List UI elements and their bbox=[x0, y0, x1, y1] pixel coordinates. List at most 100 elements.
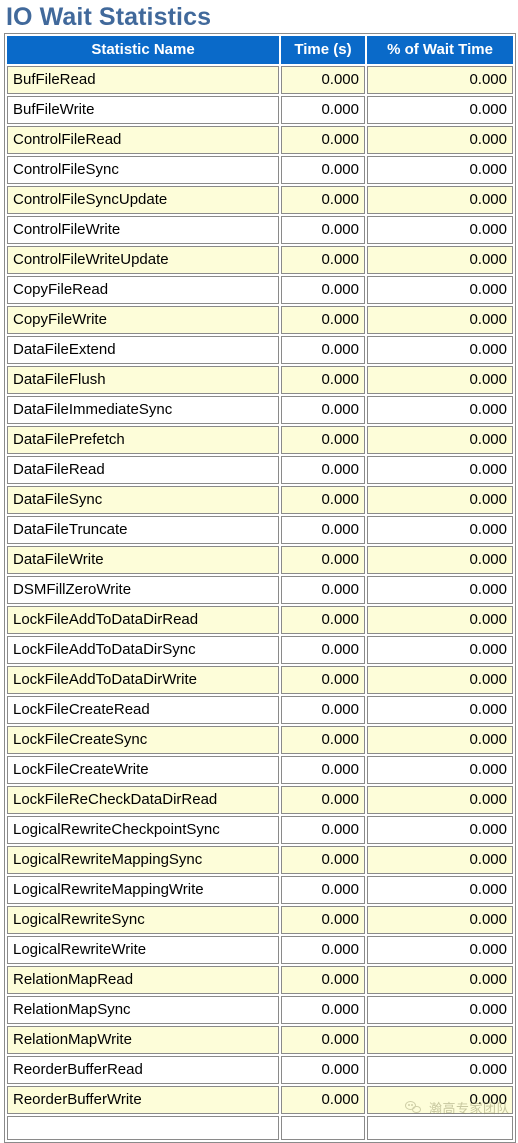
table-row: RelationMapWrite0.0000.000 bbox=[7, 1026, 513, 1054]
table-row: ReorderBufferRead0.0000.000 bbox=[7, 1056, 513, 1084]
table-row: DataFilePrefetch0.0000.000 bbox=[7, 426, 513, 454]
cell-statistic-name: LockFileCreateRead bbox=[7, 696, 279, 724]
cell-time: 0.000 bbox=[281, 486, 365, 514]
cell-pct-wait-time: 0.000 bbox=[367, 816, 513, 844]
cell-pct-wait-time: 0.000 bbox=[367, 666, 513, 694]
cell-statistic-name: LogicalRewriteCheckpointSync bbox=[7, 816, 279, 844]
table-row: ControlFileSyncUpdate0.0000.000 bbox=[7, 186, 513, 214]
cell-statistic-name: LogicalRewriteMappingWrite bbox=[7, 876, 279, 904]
cell-statistic-name: DataFileImmediateSync bbox=[7, 396, 279, 424]
cell-statistic-name: ControlFileRead bbox=[7, 126, 279, 154]
cell-statistic-name: RelationMapRead bbox=[7, 966, 279, 994]
table-row: LockFileAddToDataDirWrite0.0000.000 bbox=[7, 666, 513, 694]
cell-time: 0.000 bbox=[281, 876, 365, 904]
cell-pct-wait-time: 0.000 bbox=[367, 846, 513, 874]
cell-pct-wait-time: 0.000 bbox=[367, 696, 513, 724]
table-row: ControlFileSync0.0000.000 bbox=[7, 156, 513, 184]
table-row: DataFileRead0.0000.000 bbox=[7, 456, 513, 484]
table-row: BufFileWrite0.0000.000 bbox=[7, 96, 513, 124]
cell-time: 0.000 bbox=[281, 966, 365, 994]
cell-time: 0.000 bbox=[281, 606, 365, 634]
cell-pct-wait-time: 0.000 bbox=[367, 126, 513, 154]
cell-pct-wait-time: 0.000 bbox=[367, 306, 513, 334]
cell-time: 0.000 bbox=[281, 816, 365, 844]
cell-time: 0.000 bbox=[281, 756, 365, 784]
table-row: LockFileCreateRead0.0000.000 bbox=[7, 696, 513, 724]
table-row: DataFileImmediateSync0.0000.000 bbox=[7, 396, 513, 424]
table-row: CopyFileRead0.0000.000 bbox=[7, 276, 513, 304]
cell-statistic-name: BufFileRead bbox=[7, 66, 279, 94]
cell-pct-wait-time: 0.000 bbox=[367, 246, 513, 274]
cell-statistic-name: DSMFillZeroWrite bbox=[7, 576, 279, 604]
cell-time: 0.000 bbox=[281, 1026, 365, 1054]
cell-statistic-name: ReorderBufferWrite bbox=[7, 1086, 279, 1114]
cell-statistic-name: LockFileAddToDataDirSync bbox=[7, 636, 279, 664]
table-row: DataFileSync0.0000.000 bbox=[7, 486, 513, 514]
cell-pct-wait-time: 0.000 bbox=[367, 1026, 513, 1054]
cell-pct-wait-time: 0.000 bbox=[367, 606, 513, 634]
cell-statistic-name: LogicalRewriteWrite bbox=[7, 936, 279, 964]
table-row: LockFileReCheckDataDirRead0.0000.000 bbox=[7, 786, 513, 814]
cell-time: 0.000 bbox=[281, 216, 365, 244]
cell-time: 0.000 bbox=[281, 186, 365, 214]
cell-statistic-name: LockFileCreateWrite bbox=[7, 756, 279, 784]
table-row: DataFileWrite0.0000.000 bbox=[7, 546, 513, 574]
cell-statistic-name: RelationMapWrite bbox=[7, 1026, 279, 1054]
cell-statistic-name: ReorderBufferRead bbox=[7, 1056, 279, 1084]
cell-pct-wait-time: 0.000 bbox=[367, 426, 513, 454]
cell-time: 0.000 bbox=[281, 246, 365, 274]
cell-pct-wait-time bbox=[367, 1116, 513, 1140]
table-row: LogicalRewriteMappingSync0.0000.000 bbox=[7, 846, 513, 874]
cell-time: 0.000 bbox=[281, 276, 365, 304]
table-row: ControlFileWrite0.0000.000 bbox=[7, 216, 513, 244]
cell-time: 0.000 bbox=[281, 156, 365, 184]
cell-statistic-name: LockFileCreateSync bbox=[7, 726, 279, 754]
table-row: DSMFillZeroWrite0.0000.000 bbox=[7, 576, 513, 604]
cell-statistic-name: LogicalRewriteSync bbox=[7, 906, 279, 934]
table-body: BufFileRead0.0000.000BufFileWrite0.0000.… bbox=[7, 66, 513, 1140]
cell-time: 0.000 bbox=[281, 366, 365, 394]
cell-pct-wait-time: 0.000 bbox=[367, 336, 513, 364]
cell-pct-wait-time: 0.000 bbox=[367, 906, 513, 934]
table-row: LockFileAddToDataDirSync0.0000.000 bbox=[7, 636, 513, 664]
cell-time: 0.000 bbox=[281, 516, 365, 544]
cell-time: 0.000 bbox=[281, 996, 365, 1024]
cell-statistic-name: CopyFileWrite bbox=[7, 306, 279, 334]
column-header-pct-wait-time[interactable]: % of Wait Time bbox=[367, 36, 513, 64]
cell-pct-wait-time: 0.000 bbox=[367, 756, 513, 784]
cell-pct-wait-time: 0.000 bbox=[367, 396, 513, 424]
cell-pct-wait-time: 0.000 bbox=[367, 1056, 513, 1084]
table-row: BufFileRead0.0000.000 bbox=[7, 66, 513, 94]
cell-time: 0.000 bbox=[281, 666, 365, 694]
cell-statistic-name: ControlFileWriteUpdate bbox=[7, 246, 279, 274]
cell-pct-wait-time: 0.000 bbox=[367, 366, 513, 394]
table-row: ControlFileRead0.0000.000 bbox=[7, 126, 513, 154]
cell-pct-wait-time: 0.000 bbox=[367, 576, 513, 604]
column-header-statistic-name[interactable]: Statistic Name bbox=[7, 36, 279, 64]
cell-pct-wait-time: 0.000 bbox=[367, 966, 513, 994]
cell-statistic-name: DataFileRead bbox=[7, 456, 279, 484]
table-row: LockFileAddToDataDirRead0.0000.000 bbox=[7, 606, 513, 634]
cell-time: 0.000 bbox=[281, 846, 365, 874]
cell-statistic-name: DataFileSync bbox=[7, 486, 279, 514]
cell-pct-wait-time: 0.000 bbox=[367, 786, 513, 814]
cell-statistic-name: RelationMapSync bbox=[7, 996, 279, 1024]
cell-pct-wait-time: 0.000 bbox=[367, 726, 513, 754]
table-header-row: Statistic Name Time (s) % of Wait Time bbox=[7, 36, 513, 64]
cell-statistic-name: ControlFileSyncUpdate bbox=[7, 186, 279, 214]
cell-pct-wait-time: 0.000 bbox=[367, 216, 513, 244]
cell-pct-wait-time: 0.000 bbox=[367, 96, 513, 124]
cell-statistic-name: ControlFileWrite bbox=[7, 216, 279, 244]
cell-statistic-name: LockFileAddToDataDirRead bbox=[7, 606, 279, 634]
table-row bbox=[7, 1116, 513, 1140]
table-container: Statistic Name Time (s) % of Wait Time B… bbox=[0, 33, 518, 1143]
cell-pct-wait-time: 0.000 bbox=[367, 876, 513, 904]
io-wait-statistics-table: Statistic Name Time (s) % of Wait Time B… bbox=[4, 33, 516, 1143]
cell-pct-wait-time: 0.000 bbox=[367, 546, 513, 574]
cell-time: 0.000 bbox=[281, 1086, 365, 1114]
cell-pct-wait-time: 0.000 bbox=[367, 456, 513, 484]
cell-time: 0.000 bbox=[281, 306, 365, 334]
cell-time: 0.000 bbox=[281, 126, 365, 154]
cell-pct-wait-time: 0.000 bbox=[367, 486, 513, 514]
column-header-time[interactable]: Time (s) bbox=[281, 36, 365, 64]
